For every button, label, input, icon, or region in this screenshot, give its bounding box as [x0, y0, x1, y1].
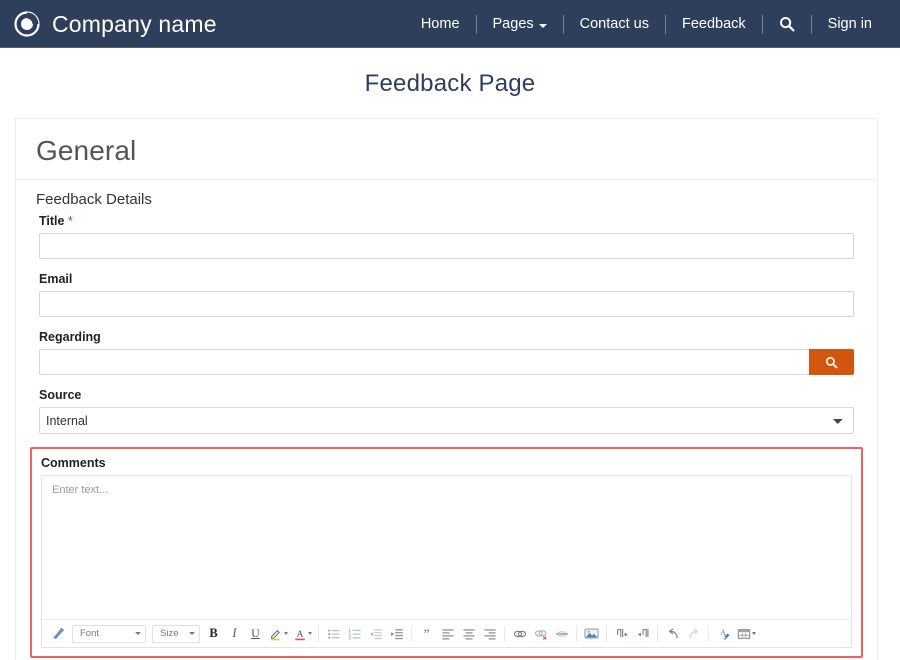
numbered-list-icon[interactable]: 1 2 3	[344, 623, 365, 645]
nav-link-feedback[interactable]: Feedback	[666, 0, 762, 48]
font-family-label: Font	[80, 628, 131, 639]
toolbar-divider	[411, 626, 412, 642]
general-card: General Feedback Details Title * Email R…	[15, 118, 878, 660]
title-label: Title *	[39, 214, 854, 228]
comments-highlight-box: Comments Enter text... Font	[30, 447, 863, 658]
toolbar-divider	[504, 626, 505, 642]
insert-link-icon[interactable]	[509, 623, 530, 645]
nav-link-pages-label: Pages	[493, 0, 534, 48]
clear-format-icon[interactable]: A	[713, 623, 734, 645]
italic-glyph: I	[232, 626, 236, 641]
undo-icon[interactable]	[662, 623, 683, 645]
feedback-form: Title * Email Regarding	[16, 214, 877, 658]
align-right-icon[interactable]	[479, 623, 500, 645]
align-left-icon[interactable]	[437, 623, 458, 645]
comments-editor-body[interactable]: Enter text...	[42, 476, 851, 619]
title-label-text: Title	[39, 214, 64, 228]
chevron-down-icon	[135, 632, 141, 635]
regarding-lookup-button[interactable]	[809, 349, 854, 375]
decrease-indent-icon[interactable]	[365, 623, 386, 645]
toolbar-divider	[318, 626, 319, 642]
email-input[interactable]	[39, 291, 854, 317]
redo-icon[interactable]	[683, 623, 704, 645]
nav-link-home[interactable]: Home	[405, 0, 476, 48]
card-header: General	[16, 119, 877, 180]
field-regarding: Regarding	[39, 330, 854, 375]
toolbar-divider	[576, 626, 577, 642]
nav-link-feedback-label: Feedback	[682, 0, 746, 48]
source-select[interactable]: Internal	[39, 407, 854, 434]
remove-link-icon[interactable]	[530, 623, 551, 645]
chevron-down-icon	[189, 632, 195, 635]
chevron-down-icon	[539, 24, 547, 28]
align-center-icon[interactable]	[458, 623, 479, 645]
nav-link-sign-in-label: Sign in	[828, 0, 872, 48]
chevron-down-icon	[752, 632, 756, 635]
regarding-label: Regarding	[39, 330, 854, 344]
editor-toolbar: Font Size B I	[42, 619, 851, 647]
title-input[interactable]	[39, 233, 854, 259]
italic-icon[interactable]: I	[224, 623, 245, 645]
highlight-color-icon[interactable]	[266, 623, 290, 645]
svg-text:A: A	[720, 627, 726, 636]
brand-name: Company name	[52, 11, 217, 38]
chevron-down-icon	[308, 632, 312, 635]
nav-link-pages[interactable]: Pages	[477, 0, 563, 48]
circle-target-logo-icon	[14, 11, 40, 37]
search-icon	[779, 16, 795, 32]
required-marker: *	[68, 214, 73, 228]
toolbar-divider	[606, 626, 607, 642]
field-email: Email	[39, 272, 854, 317]
search-icon	[825, 356, 838, 369]
font-family-select[interactable]: Font	[72, 625, 146, 643]
section-label-feedback-details: Feedback Details	[16, 180, 877, 214]
svg-text:A: A	[296, 629, 303, 640]
field-source: Source Internal	[39, 388, 854, 434]
insert-table-icon[interactable]	[734, 623, 758, 645]
nav-link-sign-in[interactable]: Sign in	[812, 0, 888, 48]
toolbar-divider	[657, 626, 658, 642]
brand-link[interactable]: Company name	[14, 11, 217, 38]
svg-text:3: 3	[348, 635, 351, 640]
right-to-left-icon[interactable]	[632, 623, 653, 645]
insert-image-icon[interactable]	[581, 623, 602, 645]
nav-link-contact-us-label: Contact us	[580, 0, 649, 48]
nav-search-button[interactable]	[763, 16, 811, 32]
nav-links: Home Pages Contact us Feedback Sign	[405, 0, 888, 48]
nav-link-contact-us[interactable]: Contact us	[564, 0, 665, 48]
source-label: Source	[39, 388, 854, 402]
regarding-input[interactable]	[39, 349, 809, 375]
comments-label: Comments	[41, 456, 852, 470]
bulleted-list-icon[interactable]	[323, 623, 344, 645]
left-to-right-icon[interactable]	[611, 623, 632, 645]
format-painter-icon[interactable]	[48, 623, 69, 645]
bold-glyph: B	[209, 626, 217, 641]
card-heading: General	[36, 135, 857, 167]
field-title: Title *	[39, 214, 854, 259]
top-navbar: Company name Home Pages Contact us Feedb…	[0, 0, 900, 48]
toolbar-divider	[708, 626, 709, 642]
underline-icon[interactable]: U	[245, 623, 266, 645]
increase-indent-icon[interactable]	[386, 623, 407, 645]
blockquote-icon[interactable]: ”	[416, 623, 437, 645]
email-label: Email	[39, 272, 854, 286]
page-title: Feedback Page	[0, 48, 900, 118]
regarding-lookup-row	[39, 349, 854, 375]
chevron-down-icon	[284, 632, 288, 635]
bold-icon[interactable]: B	[203, 623, 224, 645]
font-size-label: Size	[160, 628, 185, 639]
rich-text-editor: Enter text... Font	[41, 475, 852, 648]
underline-glyph: U	[251, 626, 260, 641]
nav-link-home-label: Home	[421, 0, 460, 48]
horizontal-rule-icon[interactable]	[551, 623, 572, 645]
font-size-select[interactable]: Size	[152, 625, 200, 643]
font-color-icon[interactable]: A	[290, 623, 314, 645]
